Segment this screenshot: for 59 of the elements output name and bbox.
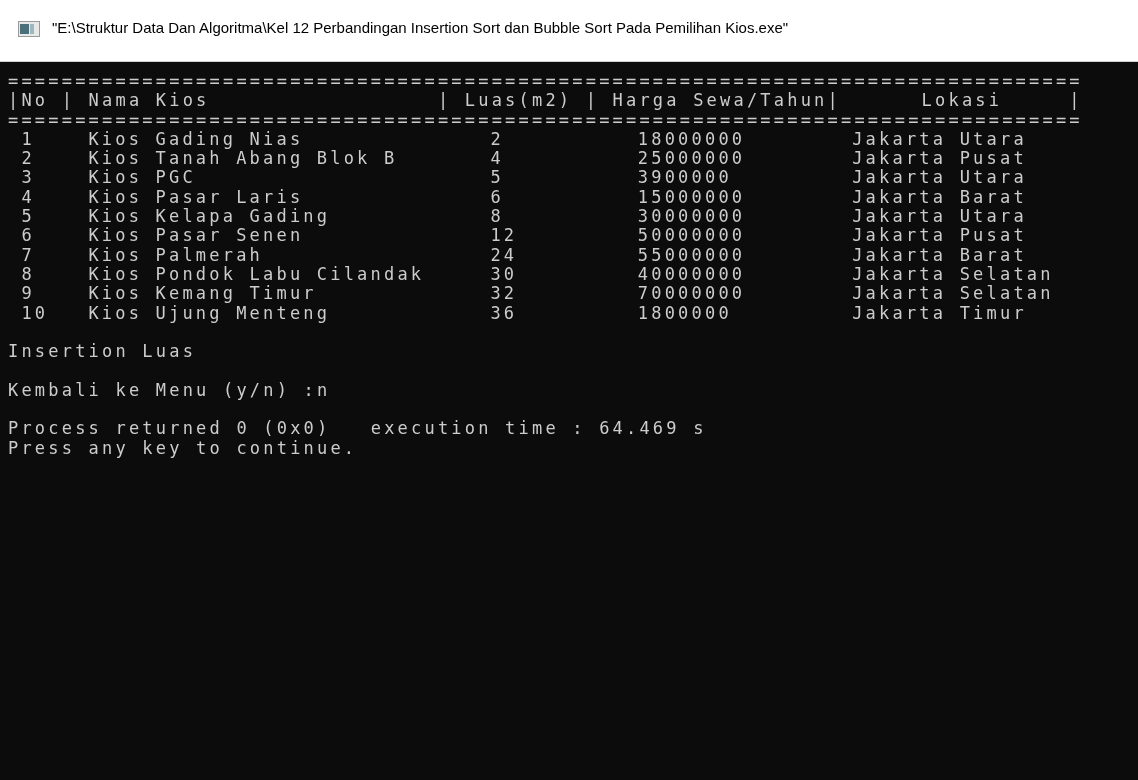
rent-price: 18000000 [637,128,746,149]
area-value: 12 [490,225,518,246]
row-number: 5 [21,206,35,227]
kios-name: Kios Gading Nias [88,128,304,149]
area-value: 24 [490,244,518,265]
row-number: 1 [21,128,35,149]
area-value: 4 [490,148,504,169]
rent-price: 3900000 [637,167,732,188]
area-value: 2 [490,128,504,149]
rent-price: 55000000 [637,244,746,265]
location: Jakarta Selatan [852,283,1054,304]
rent-price: 1800000 [637,302,732,323]
kios-name: Kios Kemang Timur [88,283,317,304]
location: Jakarta Barat [852,186,1027,207]
location: Jakarta Utara [852,206,1027,227]
area-value: 32 [490,283,518,304]
row-number: 2 [21,148,35,169]
row-number: 6 [21,225,35,246]
row-number: 7 [21,244,35,265]
row-number: 4 [21,186,35,207]
area-value: 8 [490,206,504,227]
area-value: 30 [490,263,518,284]
kios-name: Kios Kelapa Gading [88,206,331,227]
window-title: "E:\Struktur Data Dan Algoritma\Kel 12 Perbandingan Insertion Sort dan Bubble Sort Pada Pemilihan Kios.exe" [52,18,789,39]
output-line: Press any key to continue. [8,437,358,458]
output-line: Kembali ke Menu (y/n) :n [8,379,331,400]
output-line: Insertion Luas [8,341,197,362]
area-value: 5 [490,167,504,188]
location: Jakarta Utara [852,128,1027,149]
rent-price: 50000000 [637,225,746,246]
location: Jakarta Barat [852,244,1027,265]
kios-name: Kios Pasar Senen [88,225,304,246]
table-header: |No | Nama Kios | Luas(m2) | Harga Sewa/Tahun| Lokasi | [8,90,1083,111]
location: Jakarta Selatan [852,263,1054,284]
kios-name: Kios Pondok Labu Cilandak [88,263,425,284]
output-line: Process returned 0 (0x0) execution time : 64.469 s [8,418,707,439]
row-number: 10 [21,302,49,323]
row-number: 9 [21,283,35,304]
kios-name: Kios PGC [88,167,196,188]
rent-price: 70000000 [637,283,746,304]
rent-price: 40000000 [637,263,746,284]
rent-price: 15000000 [637,186,746,207]
kios-name: Kios Tanah Abang Blok B [88,148,398,169]
area-value: 6 [490,186,504,207]
row-number: 3 [21,167,35,188]
rent-price: 30000000 [637,206,746,227]
kios-name: Kios Pasar Laris [88,186,304,207]
rent-price: 25000000 [637,148,746,169]
kios-name: Kios Palmerah [88,244,264,265]
location: Jakarta Pusat [852,148,1027,169]
console-app-icon [18,20,40,37]
location: Jakarta Pusat [852,225,1027,246]
location: Jakarta Timur [852,302,1027,323]
separator-line: ================================================================================ [8,109,1083,130]
kios-name: Kios Ujung Menteng [88,302,331,323]
row-number: 8 [21,263,35,284]
separator-line: ================================================================================ [8,71,1083,91]
location: Jakarta Utara [852,167,1027,188]
area-value: 36 [490,302,518,323]
